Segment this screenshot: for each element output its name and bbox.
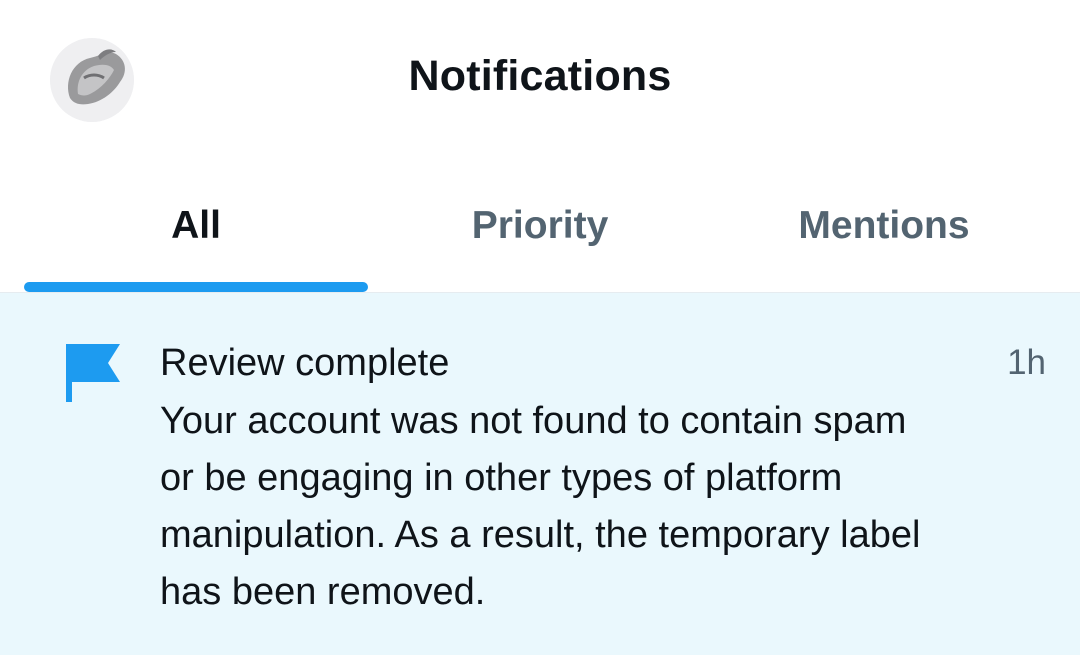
notifications-page: Notifications All Priority Mentions Revi… [0, 0, 1080, 655]
tab-all[interactable]: All [24, 160, 368, 292]
top-bar: Notifications [0, 0, 1080, 160]
notification-timestamp: 1h [1007, 343, 1046, 382]
notification-title: Review complete [160, 342, 450, 384]
tab-mentions[interactable]: Mentions [712, 160, 1056, 292]
page-title: Notifications [408, 52, 672, 100]
flag-icon [66, 344, 120, 402]
notification-tabs: All Priority Mentions [0, 160, 1080, 293]
active-tab-indicator [24, 282, 368, 292]
notification-body: Your account was not found to contain sp… [160, 400, 921, 613]
tab-priority[interactable]: Priority [368, 160, 712, 292]
